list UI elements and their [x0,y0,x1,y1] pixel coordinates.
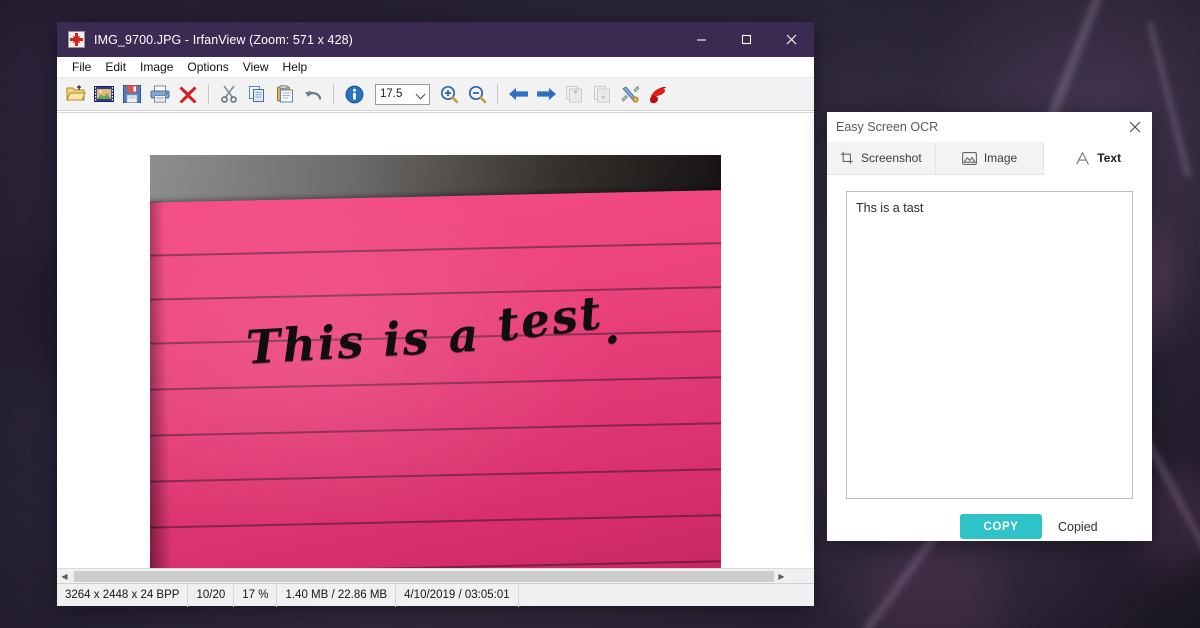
status-datetime: 4/10/2019 / 03:05:01 [396,584,519,607]
window-controls [679,22,814,57]
tab-screenshot-label: Screenshot [861,151,922,165]
crop-frame-icon [840,151,854,165]
statusbar: 3264 x 2448 x 24 BPP 10/20 17 % 1.40 MB … [57,583,814,606]
window-title: IMG_9700.JPG - IrfanView (Zoom: 571 x 42… [94,33,353,47]
menu-item-options[interactable]: Options [180,58,235,76]
paint-icon[interactable] [645,81,671,107]
ocr-window-title: Easy Screen OCR [836,120,938,134]
menubar: File Edit Image Options View Help [57,57,814,78]
handwriting-period: . [602,300,623,355]
handwriting-part-2: test [494,285,606,352]
minimize-icon[interactable] [679,22,724,57]
zoom-combobox[interactable]: 17.5 [375,84,430,105]
next-image-icon[interactable] [533,81,559,107]
menu-item-image[interactable]: Image [133,58,180,76]
cut-icon[interactable] [216,81,242,107]
irfanview-window[interactable]: IMG_9700.JPG - IrfanView (Zoom: 571 x 42… [57,22,814,606]
ocr-titlebar[interactable]: Easy Screen OCR [827,112,1152,142]
menu-item-view[interactable]: View [236,58,276,76]
zoom-value: 17.5 [376,88,402,100]
tab-image-label: Image [984,151,1017,165]
horizontal-scrollbar[interactable]: ◀ ▶ [57,568,814,583]
ocr-text-output[interactable]: Ths is a tast [846,191,1133,499]
copy-button[interactable]: COPY [960,514,1042,539]
open-folder-icon[interactable] [63,81,89,107]
close-icon[interactable] [1118,112,1152,142]
tab-text-label: Text [1097,151,1121,165]
info-icon[interactable] [341,81,367,107]
status-zoom: 17 % [234,584,277,607]
status-filesize: 1.40 MB / 22.86 MB [277,584,396,607]
scroll-right-icon[interactable]: ▶ [774,569,789,584]
copied-status-label: Copied [1058,520,1098,534]
chevron-down-icon[interactable] [416,89,426,99]
photo-viewport: This is a test. [150,155,721,583]
menu-item-file[interactable]: File [65,58,98,76]
picture-icon [962,152,977,165]
undo-icon[interactable] [300,81,326,107]
maximize-icon[interactable] [724,22,769,57]
ocr-tabs: Screenshot Image Text [827,142,1152,175]
paste-icon[interactable] [272,81,298,107]
pink-index-card [150,190,721,583]
irfanview-titlebar[interactable]: IMG_9700.JPG - IrfanView (Zoom: 571 x 42… [57,22,814,57]
menu-item-help[interactable]: Help [276,58,315,76]
toolbar: 17.5 [57,78,814,111]
scroll-left-icon[interactable]: ◀ [57,569,72,584]
status-index: 10/20 [188,584,234,607]
desktop-background: IMG_9700.JPG - IrfanView (Zoom: 571 x 42… [0,0,1200,628]
print-icon[interactable] [147,81,173,107]
toolbar-separator [208,84,209,104]
irfanview-logo-icon [68,31,85,48]
menu-item-edit[interactable]: Edit [98,58,133,76]
image-canvas[interactable]: This is a test. ◀ ▶ [57,112,814,583]
first-image-icon[interactable] [561,81,587,107]
close-icon[interactable] [769,22,814,57]
toolbar-separator [333,84,334,104]
delete-icon[interactable] [175,81,201,107]
copy-icon[interactable] [244,81,270,107]
previous-image-icon[interactable] [505,81,531,107]
tab-screenshot[interactable]: Screenshot [827,142,936,174]
easy-screen-ocr-window[interactable]: Easy Screen OCR Screenshot [827,112,1152,541]
toolbar-separator [497,84,498,104]
last-image-icon[interactable] [589,81,615,107]
zoom-out-icon[interactable] [464,81,490,107]
status-dimensions: 3264 x 2448 x 24 BPP [57,584,188,607]
tab-image[interactable]: Image [936,142,1045,174]
thumbnails-icon[interactable] [91,81,117,107]
options-tools-icon[interactable] [617,81,643,107]
ocr-actions: COPY Copied [846,514,1133,539]
letter-a-icon [1075,151,1090,166]
status-empty [519,584,814,607]
tab-text[interactable]: Text [1044,142,1152,175]
save-icon[interactable] [119,81,145,107]
ocr-body: Ths is a tast COPY Copied [827,175,1152,541]
zoom-in-icon[interactable] [436,81,462,107]
scrollbar-thumb[interactable] [74,571,774,582]
